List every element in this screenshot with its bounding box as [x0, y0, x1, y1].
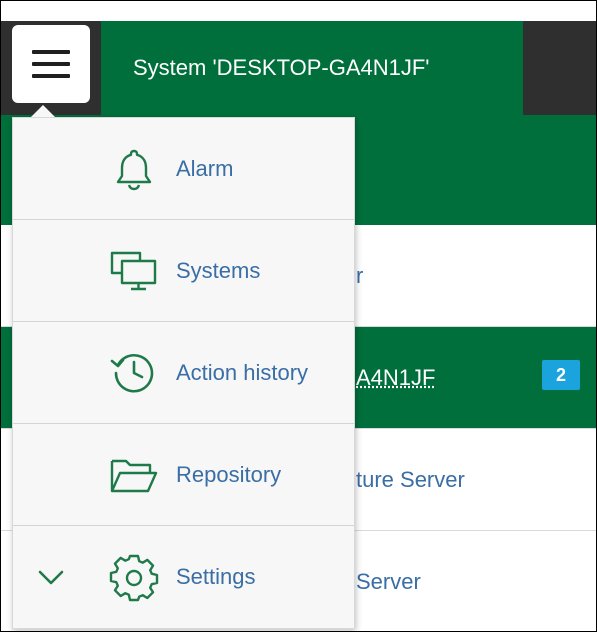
- menu-item-settings[interactable]: Settings: [13, 526, 354, 628]
- list-item-label: A4N1JF: [356, 364, 436, 390]
- menu-item-label: Repository: [176, 461, 282, 487]
- menu-item-systems[interactable]: Systems: [13, 220, 354, 322]
- menu-item-alarm[interactable]: Alarm: [13, 118, 354, 220]
- navigation-menu: Alarm Systems Action history Repository …: [12, 117, 355, 629]
- count-badge: 2: [542, 360, 580, 390]
- list-item-label: ture Server: [356, 466, 465, 492]
- history-clock-icon: [109, 348, 159, 398]
- menu-item-label: Systems: [176, 257, 261, 283]
- menu-button[interactable]: [12, 25, 90, 103]
- menu-item-label: Action history: [176, 359, 309, 385]
- folder-icon: [109, 450, 159, 500]
- chevron-down-icon[interactable]: [35, 561, 67, 593]
- list-item-label: Server: [356, 569, 421, 594]
- gear-icon: [109, 552, 159, 602]
- list-item-label: r: [356, 262, 364, 288]
- system-tab[interactable]: System 'DESKTOP-GA4N1JF': [101, 21, 523, 115]
- system-title: System 'DESKTOP-GA4N1JF': [133, 55, 430, 80]
- menu-item-repository[interactable]: Repository: [13, 424, 354, 526]
- menu-item-label: Settings: [176, 564, 256, 589]
- menu-pointer: [31, 105, 55, 117]
- hamburger-icon: [32, 50, 70, 78]
- top-bar: System 'DESKTOP-GA4N1JF': [1, 21, 596, 115]
- app-window: System 'DESKTOP-GA4N1JF' r A4N1JF 2 ture…: [0, 0, 597, 632]
- menu-item-action-history[interactable]: Action history: [13, 322, 354, 424]
- monitors-icon: [109, 246, 159, 296]
- bell-icon: [109, 144, 159, 194]
- menu-item-label: Alarm: [176, 155, 234, 181]
